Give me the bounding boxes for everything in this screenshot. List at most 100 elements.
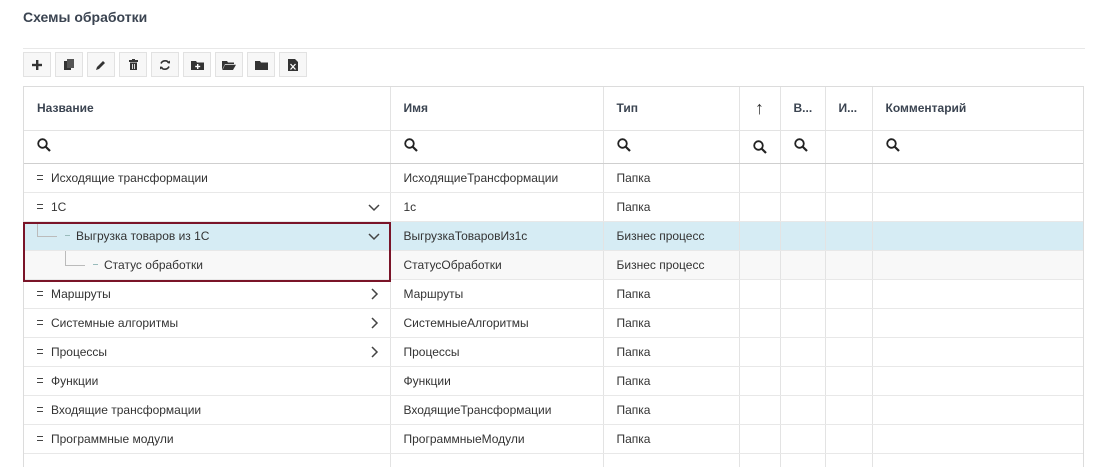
row-name: Исходящие трансформации — [51, 170, 208, 185]
chevron-down-icon[interactable] — [367, 231, 380, 243]
toolbar-divider — [23, 48, 1085, 49]
drag-handle-icon[interactable] — [93, 264, 98, 265]
row-name: Выгрузка товаров из 1С — [76, 228, 210, 243]
table-row[interactable]: 1С 1с Папка — [24, 192, 1083, 222]
search-icon — [885, 138, 900, 152]
search-icon — [403, 138, 418, 152]
column-header-v[interactable]: В... — [780, 87, 826, 131]
export-excel-button[interactable] — [279, 52, 307, 77]
row-ident: ВыгрузкаТоваровИз1с — [390, 221, 604, 251]
row-ident: Функции — [390, 366, 604, 396]
pencil-icon — [96, 60, 105, 70]
filter-comment-cell[interactable] — [872, 130, 1083, 164]
filter-i-cell — [825, 130, 873, 164]
sort-arrow-icon[interactable]: ↑ — [739, 87, 781, 131]
page-title: Схемы обработки — [23, 9, 148, 25]
trash-icon — [128, 59, 138, 70]
drag-handle-icon[interactable] — [37, 407, 43, 412]
copy-button[interactable] — [55, 52, 83, 77]
row-name: Процессы — [51, 344, 108, 359]
row-ident: Процессы — [390, 337, 604, 367]
table-row[interactable]: Процессы Процессы Папка — [24, 337, 1083, 367]
chevron-right-icon[interactable] — [368, 345, 380, 358]
table-row-selected[interactable]: Выгрузка товаров из 1С ВыгрузкаТоваровИз… — [24, 221, 1083, 251]
row-type: Папка — [603, 424, 740, 454]
filter-sort-cell[interactable] — [739, 130, 781, 164]
edit-button[interactable] — [87, 52, 115, 77]
refresh-icon — [160, 59, 170, 70]
row-type: Папка — [603, 395, 740, 425]
row-ident: Маршруты — [390, 279, 604, 309]
toolbar — [23, 52, 307, 78]
delete-button[interactable] — [119, 52, 147, 77]
row-type: Папка — [603, 366, 740, 396]
chevron-right-icon[interactable] — [368, 316, 380, 329]
filter-type-cell[interactable] — [603, 130, 740, 164]
row-ident: ИсходящиеТрансформации — [390, 163, 604, 193]
table-row[interactable]: Входящие трансформации ВходящиеТрансформ… — [24, 395, 1083, 425]
table-row[interactable]: Функции Функции Папка — [24, 366, 1083, 396]
row-name: Статус обработки — [104, 257, 203, 272]
column-header-i[interactable]: И... — [825, 87, 873, 131]
chevron-right-icon[interactable] — [368, 287, 380, 300]
plus-icon — [32, 59, 42, 70]
column-header-comment[interactable]: Комментарий — [872, 87, 1083, 131]
row-ident: СистемныеАлгоритмы — [390, 308, 604, 338]
add-button[interactable] — [23, 52, 51, 77]
table-row[interactable]: Маршруты Маршруты Папка — [24, 279, 1083, 309]
drag-handle-icon[interactable] — [37, 378, 43, 383]
refresh-button[interactable] — [151, 52, 179, 77]
drag-handle-icon[interactable] — [65, 235, 70, 236]
drag-handle-icon[interactable] — [37, 291, 43, 296]
folder-open-icon — [222, 60, 236, 70]
row-name: Функции — [51, 373, 99, 388]
search-icon — [37, 138, 51, 152]
row-type: Папка — [603, 337, 740, 367]
add-folder-button[interactable] — [183, 52, 211, 77]
excel-icon — [288, 58, 298, 71]
row-type: Бизнес процесс — [603, 221, 740, 251]
folder-button[interactable] — [247, 52, 275, 77]
table-row[interactable]: Исходящие трансформации ИсходящиеТрансфо… — [24, 163, 1083, 193]
table-row[interactable]: Программные модули ПрограммныеМодули Пап… — [24, 424, 1083, 454]
row-type: Папка — [603, 192, 740, 222]
row-ident: ВходящиеТрансформации — [390, 395, 604, 425]
schemes-grid: Название Имя Тип ↑ В... И... Комментарий — [23, 86, 1084, 467]
open-folder-button[interactable] — [215, 52, 243, 77]
drag-handle-icon[interactable] — [37, 175, 43, 180]
tree-connector — [65, 264, 85, 266]
filter-name-cell[interactable] — [24, 130, 391, 164]
row-ident: 1с — [390, 192, 604, 222]
table-row[interactable]: Системные алгоритмы СистемныеАлгоритмы П… — [24, 308, 1083, 338]
column-header-type[interactable]: Тип — [603, 87, 740, 131]
row-type: Папка — [603, 279, 740, 309]
drag-handle-icon[interactable] — [37, 436, 43, 441]
row-ident: ПрограммныеМодули — [390, 424, 604, 454]
folder-icon — [254, 60, 268, 70]
filter-row — [24, 130, 1083, 164]
search-icon — [616, 138, 631, 152]
chevron-down-icon[interactable] — [367, 202, 380, 214]
row-type: Папка — [603, 308, 740, 338]
drag-handle-icon[interactable] — [37, 320, 43, 325]
column-header-ident[interactable]: Имя — [390, 87, 604, 131]
tree-connector — [65, 250, 66, 265]
drag-handle-icon[interactable] — [37, 204, 43, 209]
search-icon — [793, 138, 808, 152]
row-name: Маршруты — [51, 286, 111, 301]
row-type: Папка — [603, 163, 740, 193]
copy-icon — [64, 59, 74, 70]
filter-ident-cell[interactable] — [390, 130, 604, 164]
row-name: 1С — [51, 199, 67, 214]
filter-v-cell[interactable] — [780, 130, 826, 164]
column-header-name[interactable]: Название — [24, 87, 391, 131]
tree-connector — [37, 235, 57, 237]
row-type: Бизнес процесс — [603, 250, 740, 280]
table-row[interactable]: Статус обработки СтатусОбработки Бизнес … — [24, 250, 1083, 280]
row-ident: СтатусОбработки — [390, 250, 604, 280]
tree-connector — [37, 221, 38, 236]
drag-handle-icon[interactable] — [37, 349, 43, 354]
search-icon — [752, 139, 767, 154]
row-name: Входящие трансформации — [51, 402, 202, 417]
folder-add-icon — [190, 60, 204, 70]
